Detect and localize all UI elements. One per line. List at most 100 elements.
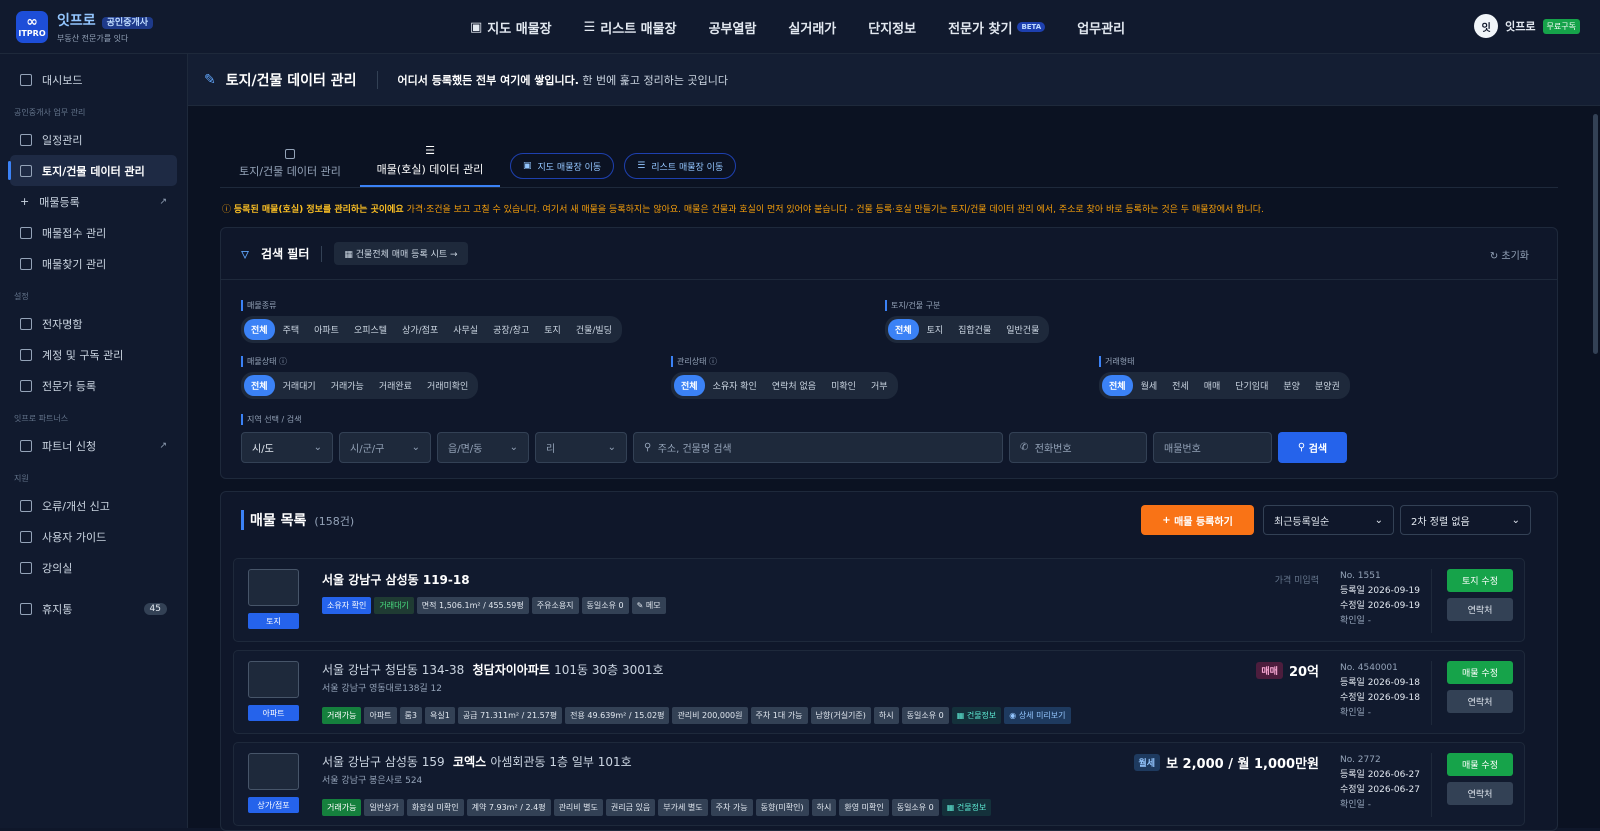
chip[interactable]: 토지 <box>920 319 951 340</box>
chip[interactable]: 월세 <box>1134 375 1165 396</box>
chip[interactable]: 사무실 <box>446 319 485 340</box>
building-info-tag[interactable]: ▦ 건물정보 <box>941 799 992 816</box>
contact-button[interactable]: 연락처 <box>1447 782 1513 805</box>
bulk-sheet-button[interactable]: ▦ 건물전체 매매 등록 시트 → <box>334 242 468 265</box>
sidebar-item-guide[interactable]: 사용자 가이드 <box>10 521 177 552</box>
listing-card[interactable]: 토지 서울 강남구 삼성동 119-18 소유자 확인 거래대기 면적 1,50… <box>233 558 1525 642</box>
scrollbar[interactable] <box>1593 114 1598 354</box>
main-content: ✎ 토지/건물 데이터 관리 어디서 등록했든 전부 여기에 쌓입니다. 한 번… <box>188 54 1600 831</box>
chip[interactable]: 오피스텔 <box>347 319 394 340</box>
chip[interactable]: 전체 <box>674 375 705 396</box>
contact-button[interactable]: 연락처 <box>1447 598 1513 621</box>
nav-list[interactable]: ☰ 리스트 매물장 <box>584 18 677 37</box>
search-icon: ⚲ <box>644 442 652 453</box>
edit-land-button[interactable]: 토지 수정 <box>1447 569 1513 592</box>
building-info-tag[interactable]: ▦ 건물정보 <box>951 707 1002 724</box>
chip[interactable]: 전세 <box>1165 375 1196 396</box>
contact-button[interactable]: 연락처 <box>1447 690 1513 713</box>
address-search-input[interactable]: ⚲ 주소, 건물명 검색 <box>633 432 1003 463</box>
search-button[interactable]: ⚲ 검색 <box>1278 432 1347 463</box>
chip[interactable]: 주택 <box>276 319 307 340</box>
chip[interactable]: 일반건물 <box>999 319 1046 340</box>
nav-expert[interactable]: 전문가 찾기 BETA <box>948 18 1046 37</box>
chip[interactable]: 분양 <box>1276 375 1307 396</box>
brand[interactable]: ∞ ITPRO 잇프로 공인중개사 부동산 전문가를 잇다 <box>0 10 300 44</box>
sidebar-section-title: 잇프로 파트너스 <box>14 414 69 423</box>
sido-select[interactable]: 시/도 ⌄ <box>241 432 333 463</box>
chip[interactable]: 거래대기 <box>276 375 323 396</box>
sidebar-item-intake[interactable]: 매물접수 관리 <box>10 217 177 248</box>
listing-card[interactable]: 아파트 서울 강남구 청담동 134-38 청담자이아파트 101동 30층 3… <box>233 650 1525 734</box>
secondary-sort-select[interactable]: 2차 정렬 없음 ⌄ <box>1400 505 1531 535</box>
nav-map[interactable]: ▣ 지도 매물장 <box>470 18 552 37</box>
nav-complex[interactable]: 단지정보 <box>868 18 916 37</box>
sidebar-item-trash[interactable]: 휴지통 45 <box>10 593 177 624</box>
chip[interactable]: 전체 <box>1102 375 1133 396</box>
document-icon <box>20 226 32 239</box>
phone-input[interactable]: ✆ 전화번호 <box>1009 432 1147 463</box>
add-listing-button[interactable]: + 매물 등록하기 <box>1141 505 1254 535</box>
preview-tag[interactable]: ◉ 상세 미리보기 <box>1004 707 1071 724</box>
user-name: 잇프로 <box>1505 20 1536 33</box>
chip[interactable]: 분양권 <box>1308 375 1347 396</box>
filter-icon: ▿ <box>241 244 250 263</box>
tag: 계약 7.93m² / 2.4평 <box>466 799 551 816</box>
ri-select[interactable]: 리 ⌄ <box>535 432 627 463</box>
edit-listing-button[interactable]: 매물 수정 <box>1447 753 1513 776</box>
chip[interactable]: 공장/창고 <box>486 319 536 340</box>
sidebar-item-card[interactable]: 전자명함 <box>10 308 177 339</box>
tab-land-data[interactable]: 토지/건물 데이터 관리 <box>220 143 360 187</box>
nav-registry[interactable]: 공부열람 <box>709 18 757 37</box>
nav-work[interactable]: 업무관리 <box>1077 18 1125 37</box>
chip[interactable]: 거래미확인 <box>420 375 475 396</box>
nav-real-price[interactable]: 실거래가 <box>788 18 836 37</box>
chip[interactable]: 연락처 없음 <box>765 375 823 396</box>
listing-meta: No. 2772 등록일 2026-06-27 수정일 2026-06-27 확인일 … <box>1340 755 1421 810</box>
chip[interactable]: 집합건물 <box>951 319 998 340</box>
chip[interactable]: 전체 <box>888 319 919 340</box>
sidebar-item-land-data[interactable]: 토지/건물 데이터 관리 <box>8 155 177 186</box>
road-address: 서울 강남구 봉은사로 524 <box>322 776 423 786</box>
tab-unit-data[interactable]: ☰ 매물(호실) 데이터 관리 <box>360 143 500 187</box>
chip[interactable]: 아파트 <box>307 319 346 340</box>
tag: 하시 <box>811 799 837 816</box>
sidebar-item-report[interactable]: 오류/개선 신고 <box>10 490 177 521</box>
listing-number-input[interactable]: 매물번호 <box>1153 432 1272 463</box>
user-menu[interactable]: 잇 잇프로 무료구독 <box>1474 14 1580 38</box>
memo-tag[interactable]: ✎ 메모 <box>631 597 666 614</box>
sidebar-item-find[interactable]: 매물찾기 관리 <box>10 248 177 279</box>
go-list-button[interactable]: ☰ 리스트 매물장 이동 <box>624 153 737 179</box>
sort-select[interactable]: 최근등록일순 ⌄ <box>1263 505 1394 535</box>
listing-tags: 거래가능 일반상가 화장실 미확인 계약 7.93m² / 2.4평 관리비 별… <box>322 799 992 816</box>
chip[interactable]: 건물/빌딩 <box>569 319 619 340</box>
chip[interactable]: 상가/점포 <box>395 319 445 340</box>
sigungu-select[interactable]: 시/군/구 ⌄ <box>339 432 431 463</box>
sidebar-item-partner[interactable]: 파트너 신청 ↗ <box>10 430 177 461</box>
listing-price: 월세 보 2,000 / 월 1,000만원 <box>1133 753 1319 772</box>
go-map-button[interactable]: ▣ 지도 매물장 이동 <box>510 153 615 179</box>
sidebar-item-lecture[interactable]: 강의실 <box>10 552 177 583</box>
edit-listing-button[interactable]: 매물 수정 <box>1447 661 1513 684</box>
chip[interactable]: 전체 <box>244 319 275 340</box>
filter-label: 거래형태 <box>1099 356 1350 367</box>
chip[interactable]: 미확인 <box>824 375 863 396</box>
region-label-group: 지역 선택 / 검색 <box>241 414 301 430</box>
status-filter: 매물상태 ⓘ 전체 거래대기 거래가능 거래완료 거래미확인 <box>241 356 479 399</box>
dong-select[interactable]: 읍/면/동 ⌄ <box>437 432 529 463</box>
chip[interactable]: 토지 <box>537 319 568 340</box>
sidebar-item-expert-register[interactable]: 전문가 등록 <box>10 370 177 401</box>
chip[interactable]: 거래완료 <box>372 375 419 396</box>
chip[interactable]: 전체 <box>244 375 275 396</box>
chip[interactable]: 거래가능 <box>324 375 371 396</box>
chip[interactable]: 소유자 확인 <box>706 375 764 396</box>
sidebar-item-dashboard[interactable]: 대시보드 <box>10 64 177 95</box>
sidebar-item-register[interactable]: + 매물등록 ↗ <box>10 186 177 217</box>
sidebar-item-account[interactable]: 계정 및 구독 관리 <box>10 339 177 370</box>
sidebar-item-schedule[interactable]: 일정관리 <box>10 124 177 155</box>
reset-button[interactable]: ↻ 초기화 <box>1490 247 1529 262</box>
listing-card[interactable]: 상가/점포 서울 강남구 삼성동 159 코엑스 아셈회관동 1층 일부 101… <box>233 742 1525 826</box>
chip[interactable]: 매매 <box>1197 375 1228 396</box>
chip[interactable]: 거부 <box>864 375 895 396</box>
chip[interactable]: 단기임대 <box>1228 375 1275 396</box>
external-link-icon: ↗ <box>159 440 167 451</box>
